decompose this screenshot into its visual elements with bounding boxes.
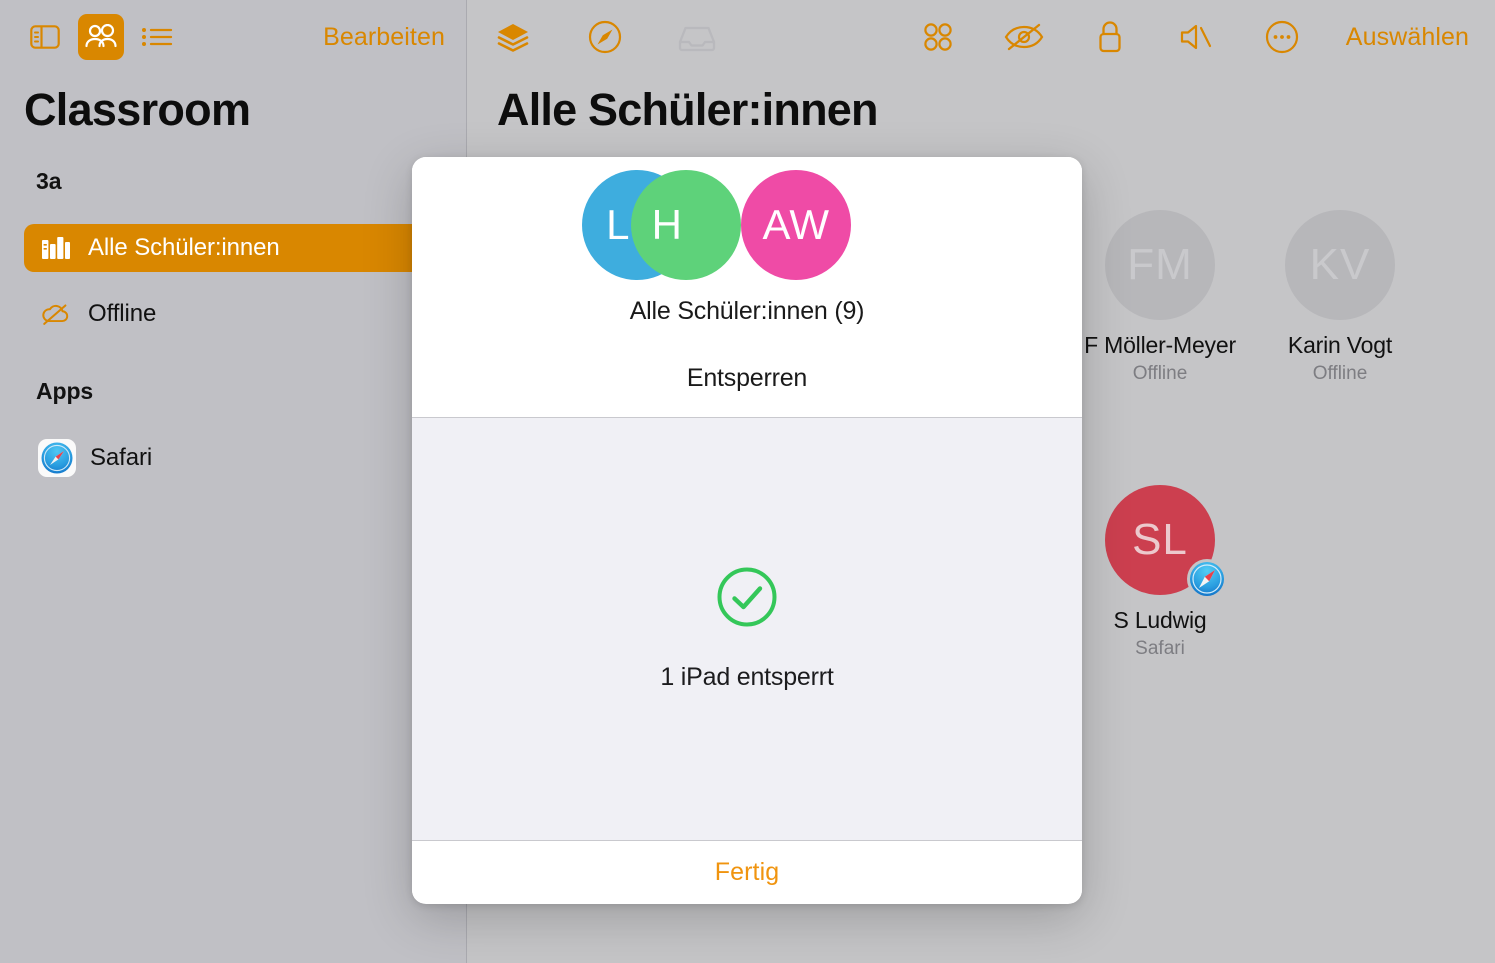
avatar-initials: KV [1309, 240, 1371, 289]
list-icon[interactable] [134, 14, 180, 60]
speaker-mute-icon[interactable] [1174, 15, 1218, 59]
sidebar-section-header-class: 3a [36, 168, 62, 194]
avatar: FM [1105, 210, 1215, 320]
avatar-initials: AW [762, 201, 830, 248]
dialog-body: 1 iPad entsperrt [412, 418, 1082, 841]
cloud-slash-icon [40, 298, 72, 330]
dialog-result-text: 1 iPad entsperrt [660, 663, 834, 691]
sidebar-section-header-apps: Apps [36, 378, 94, 404]
people-icon[interactable] [78, 14, 124, 60]
student-card[interactable]: KV Karin Vogt Offline [1230, 210, 1450, 385]
sidebar-item-offline[interactable]: Offline [24, 290, 440, 338]
avatar: SL [1105, 485, 1227, 599]
sidebar-toolbar: Bearbeiten [0, 0, 467, 74]
group-avatar-stack: AW H L [412, 170, 1082, 280]
page-title: Alle Schüler:innen [497, 84, 878, 135]
sidebar-item-label: Safari [90, 444, 153, 471]
student-status: Safari [1135, 638, 1185, 659]
unlock-result-dialog: AW H L Alle Schüler:innen (9) Entsperren… [412, 157, 1082, 904]
sidebar-title: Classroom [24, 84, 251, 135]
lock-icon[interactable] [1088, 15, 1132, 59]
stack-avatar: H [631, 170, 741, 280]
layers-icon[interactable] [491, 15, 535, 59]
student-name: S Ludwig [1113, 607, 1207, 633]
sidebar-item-label: Offline [88, 300, 157, 327]
avatar-initials: H [651, 201, 683, 248]
student-card[interactable]: SL S Ludwig Safari [1050, 485, 1270, 660]
eye-slash-icon[interactable] [1002, 15, 1046, 59]
safari-icon [38, 439, 76, 477]
stack-avatar: AW [741, 170, 851, 280]
student-status: Offline [1312, 363, 1368, 384]
inbox-tray-icon[interactable] [675, 15, 719, 59]
books-icon [40, 232, 72, 264]
sidebar: Bearbeiten Classroom 3a Alle Schüler:inn… [0, 0, 467, 963]
dialog-footer: Fertig [412, 841, 1082, 903]
dialog-action-label: Entsperren [686, 364, 808, 392]
avatar: KV [1285, 210, 1395, 320]
select-button[interactable]: Auswählen [1346, 23, 1469, 52]
sidebar-item-label: Alle Schüler:innen [88, 234, 280, 261]
main-toolbar: Auswählen [467, 0, 1495, 74]
student-name: Karin Vogt [1287, 332, 1393, 358]
sidebar-item-safari[interactable]: Safari [24, 436, 440, 480]
dialog-group-name: Alle Schüler:innen (9) [629, 297, 865, 325]
sidebar-item-all-students[interactable]: Alle Schüler:innen [24, 224, 440, 272]
safari-icon [1185, 557, 1229, 601]
more-ellipsis-icon[interactable] [1260, 15, 1304, 59]
grid-apps-icon[interactable] [916, 15, 960, 59]
sidebar-toggle-icon[interactable] [22, 14, 68, 60]
navigate-safari-icon[interactable] [583, 15, 627, 59]
avatar-initials: L [606, 201, 630, 248]
check-circle-icon [716, 566, 778, 633]
classroom-app-window: Bearbeiten Classroom 3a Alle Schüler:inn… [0, 0, 1495, 963]
dialog-header: AW H L Alle Schüler:innen (9) Entsperren [412, 157, 1082, 418]
done-button[interactable]: Fertig [715, 858, 780, 887]
edit-button[interactable]: Bearbeiten [323, 23, 445, 52]
avatar-initials: SL [1132, 515, 1188, 564]
avatar-initials: FM [1127, 240, 1193, 289]
